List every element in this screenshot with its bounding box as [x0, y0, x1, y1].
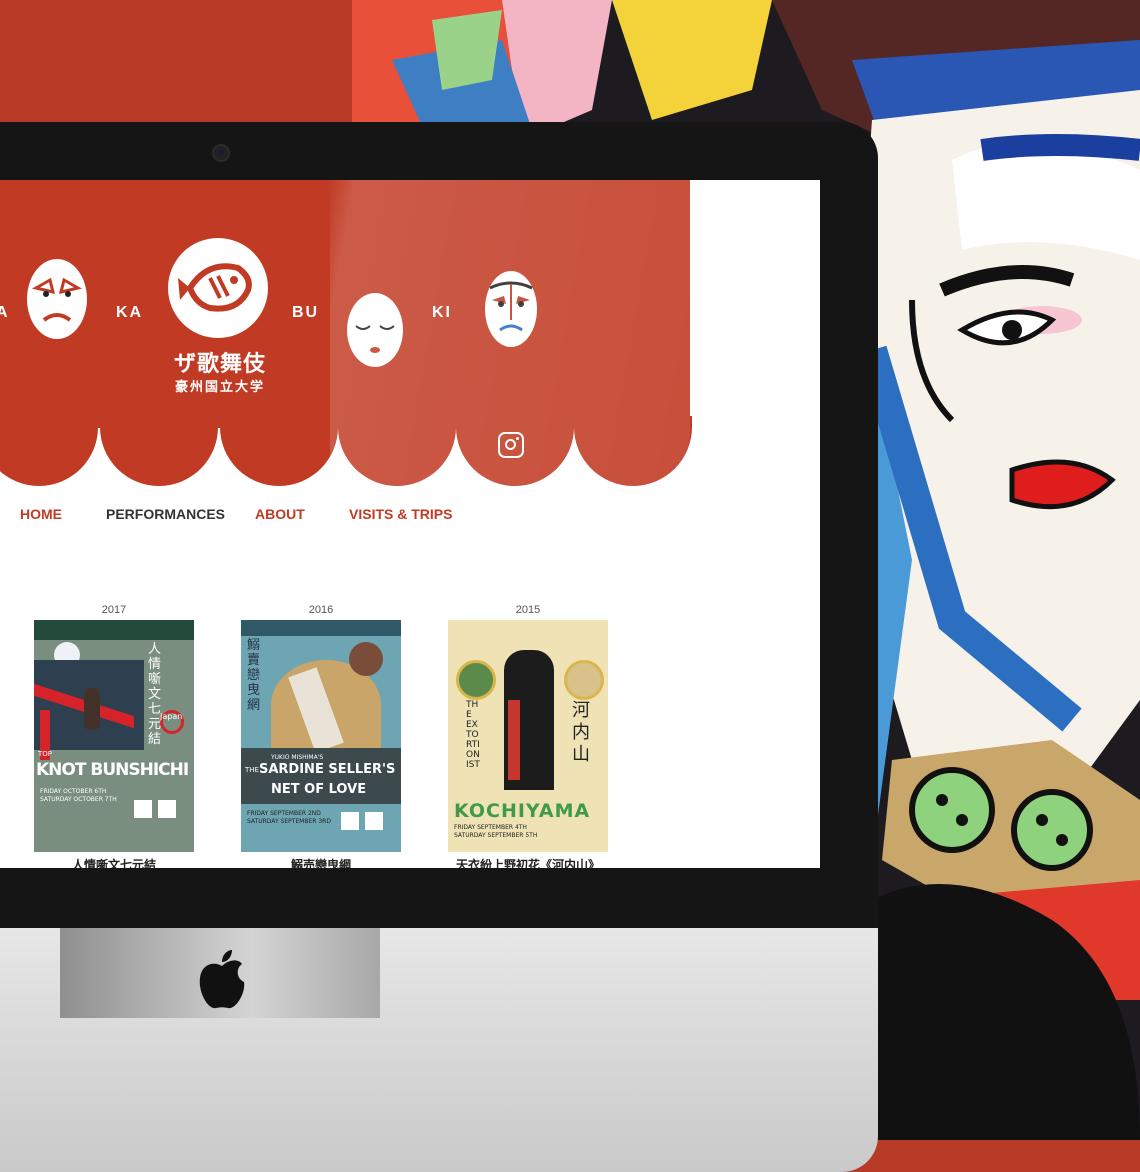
curtain-scallop [220, 416, 338, 486]
scalloped-curtain [0, 416, 692, 490]
curtain-scallop [0, 416, 98, 486]
performance-title[interactable]: 天衣紛上野初花《河内山》 [428, 856, 628, 868]
performance-title[interactable]: 鰯売戀曳網 [221, 856, 421, 868]
curtain-scallop [574, 416, 692, 486]
nav-visits-trips[interactable]: VISITS & TRIPS [349, 506, 452, 522]
curtain-scallop [100, 416, 218, 486]
website-screen: A KA BU KI ザ歌舞伎 豪州国立大学 HOME PERFORMANCES… [0, 180, 820, 868]
apple-logo-icon [199, 950, 245, 1009]
logo-title: ザ歌舞伎 [173, 351, 266, 376]
kabuki-mask-warrior-icon [485, 271, 537, 347]
header-banner [0, 180, 690, 428]
kabuki-mask-serene-icon [347, 293, 403, 367]
sea-bream-fish-icon [178, 263, 252, 312]
instagram-icon[interactable] [498, 432, 524, 458]
syllable-a: A [0, 304, 10, 321]
nav-home[interactable]: HOME [20, 506, 62, 522]
nav-performances[interactable]: PERFORMANCES [106, 506, 225, 522]
nav-about[interactable]: ABOUT [255, 506, 305, 522]
curtain-scallop [338, 416, 456, 486]
performance-year: 2015 [515, 604, 541, 616]
poster-2015[interactable]: THE EXTORTIONIST 河内山 KOCHIYAMA FRIDAY SE… [448, 620, 608, 852]
kabuki-mask-angry-icon [27, 259, 87, 339]
logo-emblem[interactable] [168, 238, 268, 338]
poster-2017[interactable]: Japan 人情噺文七元結 KNOT BUNSHICHI TOP FRIDAY … [34, 620, 194, 852]
performance-year: 2017 [101, 604, 127, 616]
syllable-ki: KI [432, 304, 452, 321]
webcam [212, 144, 230, 162]
logo-subtitle: 豪州国立大学 [174, 379, 265, 394]
performance-year: 2016 [308, 604, 334, 616]
background-red-panel [0, 0, 352, 125]
syllable-bu: BU [292, 304, 320, 321]
syllable-ka: KA [116, 304, 144, 321]
performance-title[interactable]: 人情噺文七元結 [14, 856, 214, 868]
poster-2016[interactable]: 鰯賣戀曳網 YUKIO MISHIMA'S THE SARDINE SELLER… [241, 620, 401, 852]
